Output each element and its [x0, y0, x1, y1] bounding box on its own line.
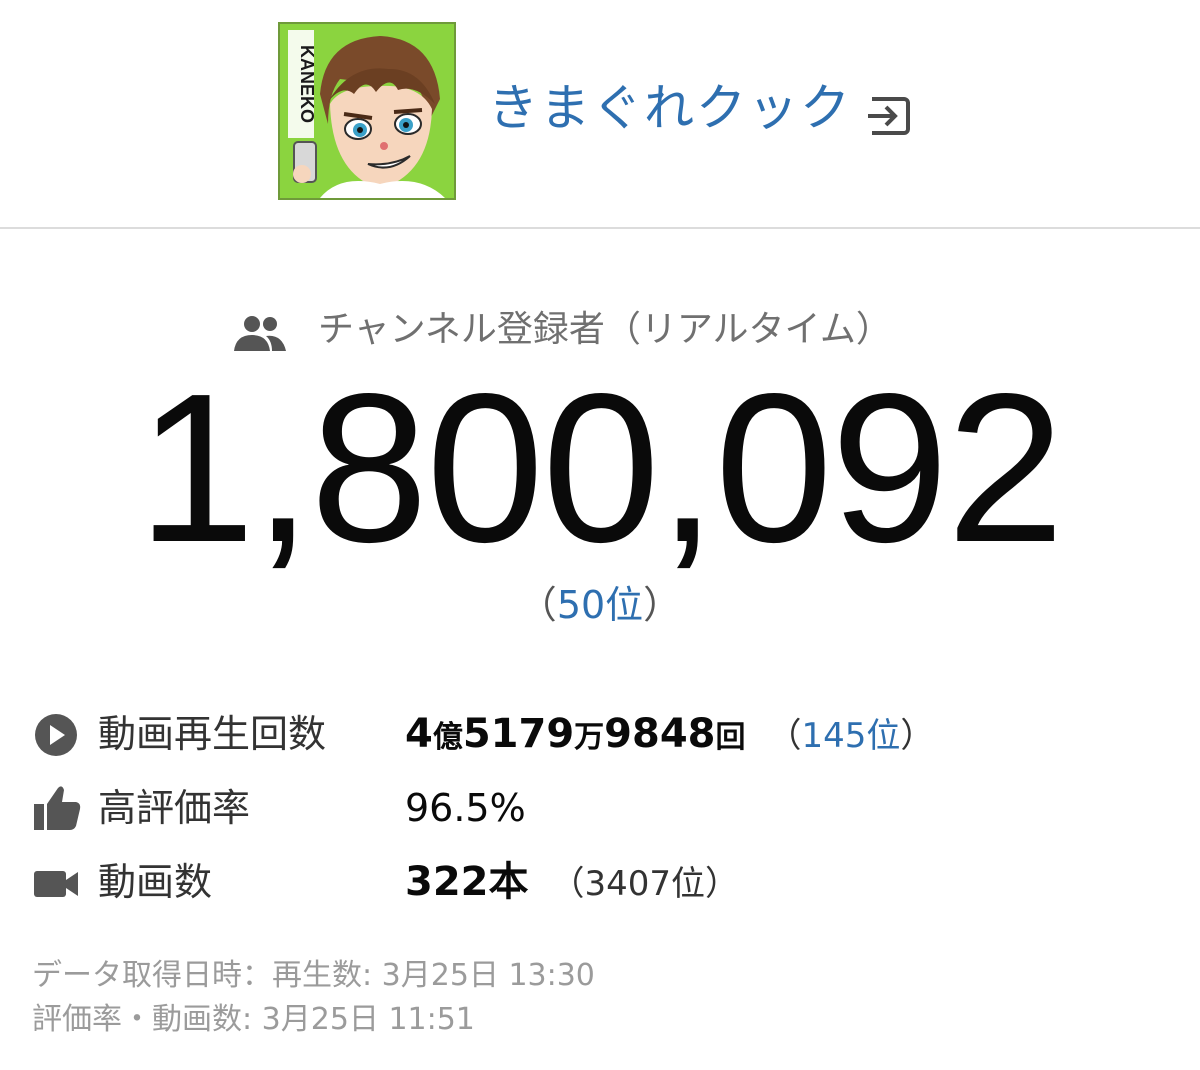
rating-value: 96.5% [405, 786, 526, 830]
channel-avatar[interactable]: KANEKO [278, 22, 456, 200]
video-camera-icon [32, 858, 82, 908]
channel-header: KANEKO きまぐれクック [0, 0, 1200, 229]
videos-count-num: 322 [405, 859, 489, 905]
views-unit-oku: 億 [432, 720, 463, 755]
subscriber-rank-link[interactable]: 50位 [557, 583, 643, 627]
views-rank-close: ） [900, 716, 935, 756]
people-icon [232, 315, 288, 353]
views-unit-kai: 回 [715, 720, 746, 755]
stat-row-rating: 高評価率 96.5% [0, 778, 1200, 838]
channel-avatar-image: KANEKO [280, 24, 454, 198]
views-rank-open: （ [767, 716, 802, 756]
stat-row-views: 動画再生回数 4億5179万9848回 （145位） [0, 704, 1200, 764]
svg-text:KANEKO: KANEKO [297, 45, 317, 123]
views-value-man-num: 5179 [462, 711, 575, 757]
videos-count-unit: 本 [488, 859, 529, 905]
views-label: 動画再生回数 [98, 712, 327, 756]
rank-close-paren: ） [643, 583, 682, 627]
views-value-oku-num: 4 [405, 711, 433, 757]
videos-label: 動画数 [98, 860, 213, 904]
footnote-rating-time: 評価率・動画数: 3月25日 11:51 [32, 1002, 475, 1037]
stat-row-videos: 動画数 322本 （3407位） [0, 852, 1200, 912]
subscriber-rank: （50位） [0, 580, 1200, 630]
views-rank: （145位） [768, 716, 935, 756]
views-rank-link[interactable]: 145位 [802, 716, 901, 756]
rank-open-paren: （ [518, 583, 557, 627]
subscribers-label-row: チャンネル登録者（リアルタイム） [0, 305, 1200, 355]
views-unit-man: 万 [574, 720, 605, 755]
login-arrow-icon[interactable] [866, 95, 912, 137]
footnote-views-time: データ取得日時：再生数: 3月25日 13:30 [32, 958, 595, 993]
videos-rank: （3407位） [550, 864, 740, 904]
play-icon [32, 710, 82, 760]
subscriber-count: 1,800,092 [137, 349, 1064, 586]
subscribers-label: チャンネル登録者（リアルタイム） [318, 309, 892, 350]
views-value-rest-num: 9848 [604, 711, 716, 757]
thumbs-up-icon [32, 782, 82, 832]
channel-name-link[interactable]: きまぐれクック [488, 78, 852, 138]
views-value: 4億5179万9848回 （145位） [405, 704, 934, 768]
rating-label: 高評価率 [98, 786, 251, 830]
videos-value: 322本 （3407位） [405, 852, 739, 914]
